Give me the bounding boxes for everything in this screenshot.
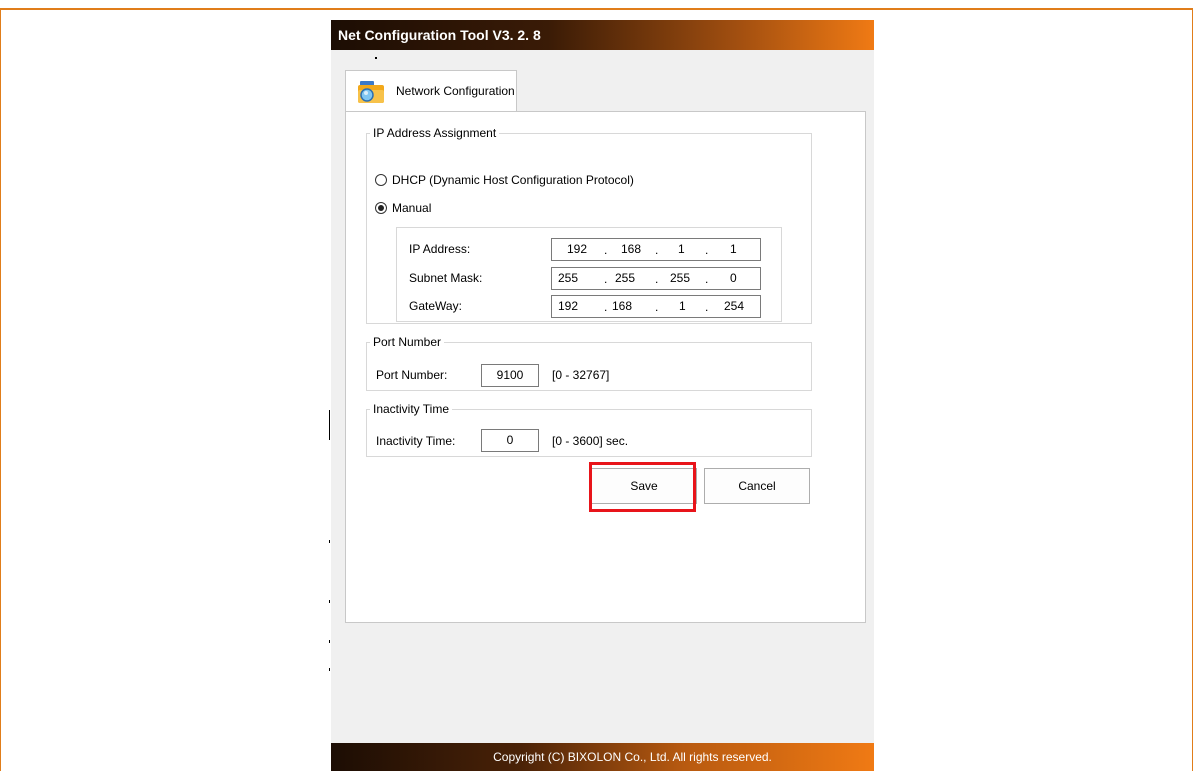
- dhcp-label[interactable]: DHCP (Dynamic Host Configuration Protoco…: [392, 173, 634, 187]
- port-range-label: [0 - 32767]: [552, 368, 610, 382]
- copyright-text: Copyright (C) BIXOLON Co., Ltd. All righ…: [493, 750, 772, 764]
- separator: .: [604, 243, 608, 257]
- ip-address-label: IP Address:: [409, 242, 471, 256]
- subnet-mask-label: Subnet Mask:: [409, 271, 483, 285]
- separator: .: [705, 300, 709, 314]
- save-highlight-box: [589, 462, 696, 512]
- inactivity-time-input[interactable]: 0: [481, 429, 539, 452]
- subnet-mask-field[interactable]: 255 . 255 . 255 . 0: [551, 267, 761, 290]
- inactivity-time-label: Inactivity Time:: [376, 434, 456, 448]
- window-title: Net Configuration Tool V3. 2. 8: [338, 27, 541, 43]
- octet-1: 192: [558, 299, 579, 313]
- gateway-label: GateWay:: [409, 299, 462, 313]
- port-number-label: Port Number:: [376, 368, 448, 382]
- inactivity-time-group: Inactivity Time: [366, 403, 812, 457]
- edge-mark: [329, 540, 330, 543]
- port-number-input[interactable]: 9100: [481, 364, 539, 387]
- inactivity-time-legend: Inactivity Time: [373, 402, 450, 416]
- octet-3: 1: [678, 242, 685, 256]
- separator: .: [705, 272, 709, 286]
- octet-1: 255: [558, 271, 579, 285]
- edge-mark: [329, 600, 330, 603]
- app-window: Net Configuration Tool V3. 2. 8 Network …: [331, 20, 874, 771]
- ip-assignment-legend: IP Address Assignment: [373, 126, 497, 140]
- octet-4: 1: [730, 242, 737, 256]
- edge-mark: [329, 640, 330, 643]
- separator: .: [705, 243, 709, 257]
- port-number-legend: Port Number: [373, 335, 442, 349]
- separator: .: [655, 300, 659, 314]
- octet-2: 255: [615, 271, 636, 285]
- ip-address-field[interactable]: 192 . 168 . 1 . 1: [551, 238, 761, 261]
- separator: .: [604, 300, 608, 314]
- manual-label[interactable]: Manual: [392, 201, 431, 215]
- dhcp-radio[interactable]: [375, 174, 387, 186]
- octet-3: 255: [670, 271, 691, 285]
- octet-2: 168: [621, 242, 642, 256]
- separator: .: [655, 272, 659, 286]
- tab-network-configuration[interactable]: Network Configuration: [345, 70, 517, 112]
- port-number-group: Port Number: [366, 336, 812, 391]
- cancel-button[interactable]: Cancel: [704, 468, 810, 504]
- inactivity-range-label: [0 - 3600] sec.: [552, 434, 629, 448]
- manual-radio[interactable]: [375, 202, 387, 214]
- network-configuration-panel: IP Address Assignment DHCP (Dynamic Host…: [345, 111, 866, 623]
- edge-mark: [329, 410, 330, 440]
- octet-2: 168: [612, 299, 633, 313]
- footer-bar: Copyright (C) BIXOLON Co., Ltd. All righ…: [331, 743, 874, 771]
- edge-mark: [329, 668, 330, 671]
- menu-dot: [375, 57, 377, 59]
- gateway-field[interactable]: 192 . 168 . 1 . 254: [551, 295, 761, 318]
- octet-4: 254: [724, 299, 745, 313]
- separator: .: [655, 243, 659, 257]
- tab-label: Network Configuration: [396, 84, 515, 98]
- octet-3: 1: [679, 299, 686, 313]
- octet-4: 0: [730, 271, 737, 285]
- separator: .: [604, 272, 608, 286]
- title-bar: Net Configuration Tool V3. 2. 8: [331, 20, 874, 50]
- octet-1: 192: [567, 242, 588, 256]
- folder-search-icon: [358, 81, 384, 103]
